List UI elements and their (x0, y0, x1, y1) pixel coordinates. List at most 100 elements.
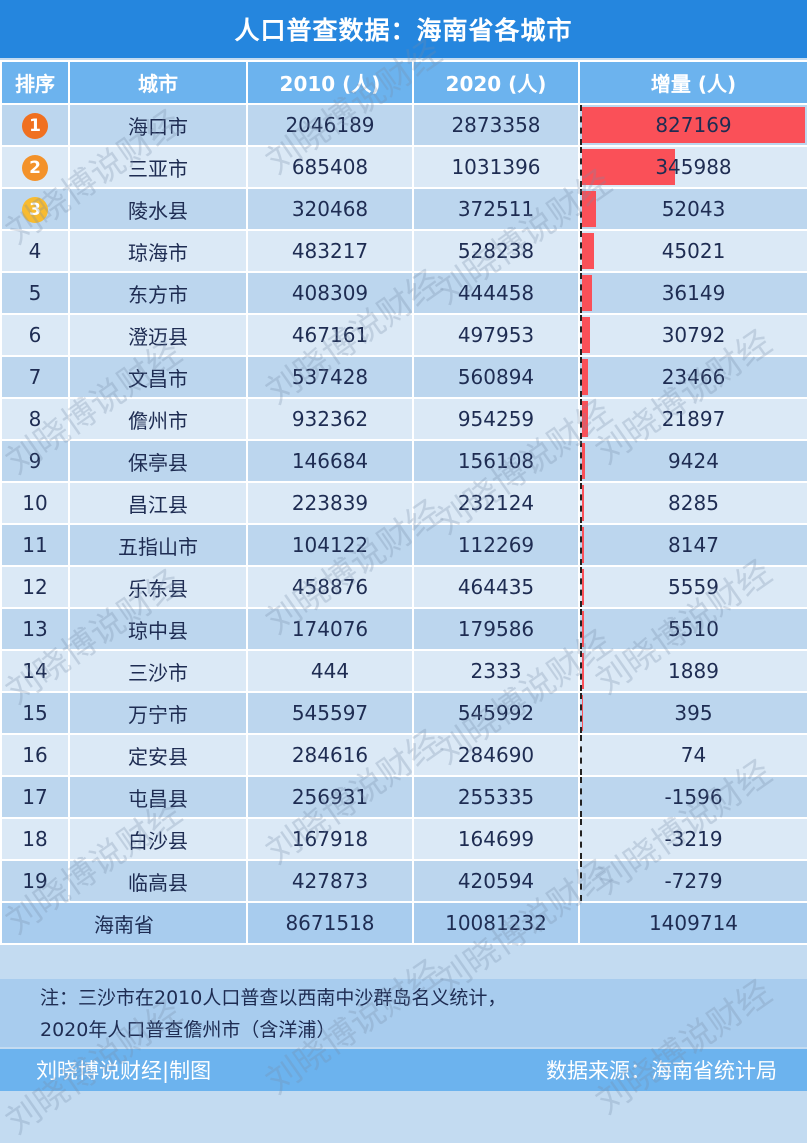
table-row: 2三亚市6854081031396345988 (1, 146, 807, 188)
rank-cell: 4 (1, 230, 69, 272)
increase-value: 45021 (662, 239, 726, 263)
rank-medal-icon: 3 (22, 197, 48, 223)
increase-value: -1596 (664, 785, 722, 809)
footer-source: 数据来源：海南省统计局 (546, 1055, 777, 1085)
pop-2020-cell: 464435 (413, 566, 579, 608)
rank-cell: 14 (1, 650, 69, 692)
increase-cell: 74 (579, 734, 807, 776)
city-cell: 白沙县 (69, 818, 247, 860)
increase-value: 21897 (662, 407, 726, 431)
bar-axis-line (580, 777, 584, 817)
table-row: 11五指山市1041221122698147 (1, 524, 807, 566)
pop-2020-cell: 255335 (413, 776, 579, 818)
pop-2020-cell: 112269 (413, 524, 579, 566)
increase-cell: 36149 (579, 272, 807, 314)
pop-2020-cell: 284690 (413, 734, 579, 776)
table-row: 12乐东县458876464435 5559 (1, 566, 807, 608)
increase-cell: 827169 (579, 104, 807, 146)
increase-cell: 52043 (579, 188, 807, 230)
table-row: 18白沙县167918164699-3219 (1, 818, 807, 860)
pop-2010-cell: 932362 (247, 398, 413, 440)
rank-cell: 17 (1, 776, 69, 818)
city-cell: 乐东县 (69, 566, 247, 608)
pop-2020-cell: 954259 (413, 398, 579, 440)
city-cell: 定安县 (69, 734, 247, 776)
city-cell: 屯昌县 (69, 776, 247, 818)
pop-2020-cell: 545992 (413, 692, 579, 734)
increase-cell: 5559 (579, 566, 807, 608)
pop-2020-cell: 2333 (413, 650, 579, 692)
increase-cell: 1889 (579, 650, 807, 692)
header-rank: 排序 (1, 61, 69, 104)
bar-axis-line (580, 819, 584, 859)
city-cell: 万宁市 (69, 692, 247, 734)
note-line-2: 2020年人口普查儋州市（含洋浦） (40, 1014, 807, 1046)
table-row: 5东方市40830944445836149 (1, 272, 807, 314)
increase-value: 30792 (662, 323, 726, 347)
total-2010: 8671518 (247, 902, 413, 944)
increase-cell: 30792 (579, 314, 807, 356)
table-row: 9保亭县1466841561089424 (1, 440, 807, 482)
footer: 刘晓博说财经|制图 数据来源：海南省统计局 (0, 1049, 807, 1091)
pop-2010-cell: 444 (247, 650, 413, 692)
city-cell: 五指山市 (69, 524, 247, 566)
pop-2020-cell: 497953 (413, 314, 579, 356)
increase-value: 827169 (655, 113, 731, 137)
pop-2020-cell: 420594 (413, 860, 579, 902)
rank-medal-icon: 1 (22, 113, 48, 139)
increase-cell: 23466 (579, 356, 807, 398)
pop-2020-cell: 164699 (413, 818, 579, 860)
pop-2020-cell: 2873358 (413, 104, 579, 146)
increase-value: 52043 (662, 197, 726, 221)
city-cell: 陵水县 (69, 188, 247, 230)
total-row: 海南省 8671518 10081232 1409714 (1, 902, 807, 944)
increase-value: 8285 (668, 491, 719, 515)
pop-2010-cell: 167918 (247, 818, 413, 860)
city-cell: 海口市 (69, 104, 247, 146)
population-table: 排序 城市 2010 (人) 2020 (人) 增量 (人) 1海口市20461… (0, 60, 807, 945)
increase-bar (582, 233, 594, 269)
increase-cell: 5510 (579, 608, 807, 650)
pop-2020-cell: 528238 (413, 230, 579, 272)
increase-cell: 345988 (579, 146, 807, 188)
increase-value: 9424 (668, 449, 719, 473)
total-2020: 10081232 (413, 902, 579, 944)
city-cell: 临高县 (69, 860, 247, 902)
pop-2020-cell: 156108 (413, 440, 579, 482)
pop-2010-cell: 458876 (247, 566, 413, 608)
city-cell: 保亭县 (69, 440, 247, 482)
total-label: 海南省 (1, 902, 247, 944)
increase-value: 36149 (662, 281, 726, 305)
rank-cell: 2 (1, 146, 69, 188)
rank-cell: 18 (1, 818, 69, 860)
city-cell: 儋州市 (69, 398, 247, 440)
city-cell: 昌江县 (69, 482, 247, 524)
increase-value: 8147 (668, 533, 719, 557)
increase-bar (582, 191, 596, 227)
city-cell: 澄迈县 (69, 314, 247, 356)
pop-2010-cell: 174076 (247, 608, 413, 650)
increase-cell: 395 (579, 692, 807, 734)
pop-2010-cell: 256931 (247, 776, 413, 818)
pop-2010-cell: 545597 (247, 692, 413, 734)
table-row: 17屯昌县256931255335 -1596 (1, 776, 807, 818)
note: 注：三沙市在2010人口普查以西南中沙群岛名义统计， 2020年人口普查儋州市（… (0, 979, 807, 1047)
increase-bar (582, 401, 588, 437)
city-cell: 东方市 (69, 272, 247, 314)
rank-cell: 12 (1, 566, 69, 608)
increase-value: 1889 (668, 659, 719, 683)
header-city: 城市 (69, 61, 247, 104)
rank-cell: 15 (1, 692, 69, 734)
increase-value: 5559 (668, 575, 719, 599)
rank-cell: 5 (1, 272, 69, 314)
table-row: 3陵水县32046837251152043 (1, 188, 807, 230)
rank-cell: 10 (1, 482, 69, 524)
rank-cell: 19 (1, 860, 69, 902)
increase-value: -7279 (664, 869, 722, 893)
pop-2010-cell: 223839 (247, 482, 413, 524)
pop-2010-cell: 467161 (247, 314, 413, 356)
increase-bar (582, 443, 585, 479)
increase-cell: -1596 (579, 776, 807, 818)
table-row: 8儋州市93236295425921897 (1, 398, 807, 440)
pop-2020-cell: 232124 (413, 482, 579, 524)
